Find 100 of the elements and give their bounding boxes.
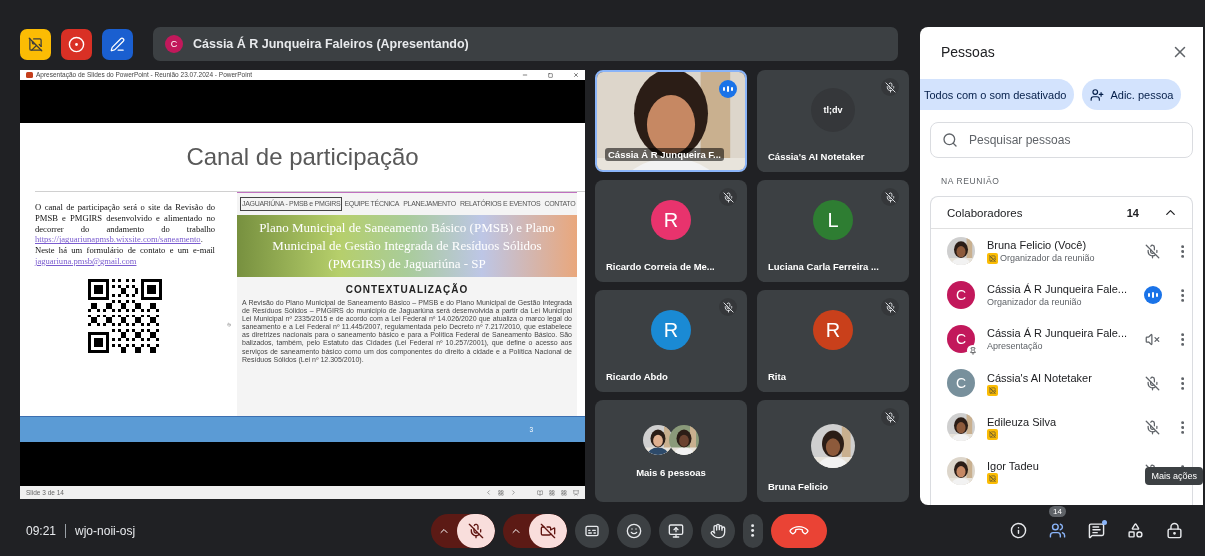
participant-name: Ricardo Correia de Me... — [605, 260, 716, 273]
email-link[interactable]: jaguariuna.pmsb@gmail.com — [35, 256, 137, 266]
sound-off-icon[interactable] — [1145, 331, 1161, 347]
grid-icon[interactable] — [498, 489, 504, 496]
host-controls-button[interactable] — [20, 28, 51, 60]
microphone-button[interactable] — [457, 513, 496, 548]
chat-icon — [1088, 522, 1105, 539]
participant-name: Cássia's AI Notetaker — [767, 150, 866, 163]
search-field[interactable]: Pesquisar pessoas — [930, 122, 1193, 158]
participant-name: Ricardo Abdo — [605, 370, 669, 383]
member-role: Organizador da reunião — [1000, 252, 1095, 264]
search-icon — [942, 132, 958, 148]
record-button[interactable] — [61, 28, 92, 60]
participant-name: Luciana Carla Ferreira ... — [767, 260, 880, 273]
link[interactable]: https://jaguariunapmsb.wixsite.com/saneamento — [35, 234, 201, 245]
slide-title: Canal de participação — [185, 142, 420, 172]
presenter-label: Cássia Á R Junqueira Faleiros (Apresentando) — [193, 37, 469, 51]
group-header[interactable]: Colaboradores 14 — [931, 197, 1192, 229]
participant-name: Cássia Á R Junqueira F... — [605, 148, 724, 161]
mic-off-icon[interactable] — [1145, 419, 1161, 435]
participant-name: Bruna Felicio — [767, 480, 830, 493]
member-role: Organizador da reunião — [987, 296, 1082, 308]
lock-icon — [1166, 522, 1183, 539]
slide-paragraph: O canal de participação será o site da Revisão do PMSB e PMGIRS desenvolvido e alimentado no decorrer do andamento do trabalho https://jaguariunapmsb.wixsite.com/saneamento. Neste há um formulário de contato e um e-mail jaguariuna.pmsb@gmail.com — [35, 202, 215, 267]
emoji-button[interactable] — [617, 513, 652, 548]
participant-tile[interactable]: tl;dv Cássia's AI Notetaker — [757, 70, 909, 172]
pin-icon — [967, 345, 978, 356]
shapes-icon — [1127, 522, 1144, 539]
more-options-button[interactable] — [1180, 332, 1184, 346]
member-name: Edileuza Silva — [987, 414, 1058, 429]
clock: 09:21 — [26, 523, 57, 538]
participant-tile[interactable]: Bruna Felicio — [757, 400, 909, 502]
avatar: C — [947, 281, 975, 309]
avatar: C — [947, 325, 975, 353]
more-vertical-icon — [1180, 332, 1184, 346]
more-vertical-icon — [1180, 376, 1184, 390]
member-role: Apresentação — [987, 340, 1043, 352]
participant-name: Rita — [767, 370, 787, 383]
add-people-button[interactable]: Adic. pessoa — [1082, 79, 1182, 110]
section-heading: CONTEXTUALIZAÇÃO — [344, 284, 470, 295]
mic-off-icon[interactable] — [1145, 243, 1161, 259]
raise-hand-button[interactable] — [701, 513, 736, 548]
panel-title: Pessoas — [941, 44, 995, 60]
meeting-code: wjo-noii-osj — [75, 523, 137, 538]
avatar: R — [651, 200, 691, 240]
member-name: Bruna Felicio (Você) — [987, 238, 1088, 252]
mic-off-icon[interactable] — [1145, 375, 1161, 391]
member-name: Igor Tadeu — [987, 458, 1040, 473]
avatar: R — [813, 310, 853, 350]
participant-tile[interactable]: R Ricardo Correia de Me... — [595, 180, 747, 282]
normal-view-icon[interactable] — [561, 489, 567, 496]
close-icon[interactable] — [573, 72, 579, 78]
participant-tile[interactable]: Mais 6 pessoas — [595, 400, 747, 502]
camera-button[interactable] — [529, 513, 568, 548]
avatar: C — [947, 369, 975, 397]
info-icon — [1010, 522, 1027, 539]
sorter-icon[interactable] — [549, 489, 555, 496]
mute-all-button[interactable]: Todos com o som desativado — [920, 79, 1075, 110]
pen-icon — [110, 36, 125, 52]
avatar: R — [651, 310, 691, 350]
app-icon — [26, 72, 33, 78]
people-count: 14 — [1049, 506, 1066, 517]
more-vertical-icon — [1180, 420, 1184, 434]
more-options-button[interactable] — [1180, 420, 1184, 434]
participant-tile[interactable]: Cássia Á R Junqueira F... — [595, 70, 747, 172]
more-options-button[interactable] — [743, 513, 764, 548]
more-options-button[interactable] — [1180, 376, 1184, 390]
cursor-icon — [227, 320, 231, 329]
pen-button[interactable] — [102, 28, 133, 60]
present-button[interactable] — [659, 513, 694, 548]
add-person-icon — [1090, 87, 1105, 102]
captions-button[interactable] — [575, 513, 610, 548]
more-vertical-icon — [1180, 244, 1184, 258]
people-icon — [1049, 522, 1066, 539]
banner: Plano Municipal de Saneamento Básico (PMSB) e Plano Municipal de Gestão Integrada de Resíduos Sólidos (PMGIRS) de Jaguariúna - SP — [237, 215, 577, 277]
maximize-icon[interactable] — [548, 72, 553, 78]
screen-share-icon — [668, 522, 685, 539]
section-label: NA REUNIÃO — [941, 176, 1001, 186]
more-vertical-icon — [1180, 288, 1184, 302]
camera-off-icon — [540, 522, 557, 539]
hand-icon — [710, 522, 727, 539]
more-options-button[interactable] — [1180, 288, 1184, 302]
avatar: C — [165, 35, 183, 53]
tooltip: Mais ações — [1145, 467, 1203, 485]
record-icon — [68, 35, 85, 53]
member-name: Cássia Á R Junqueira Fale... — [987, 326, 1128, 340]
participant-tile[interactable]: L Luciana Carla Ferreira ... — [757, 180, 909, 282]
smile-icon — [626, 522, 643, 539]
crossed-image-icon — [28, 36, 43, 52]
avatar: L — [813, 200, 853, 240]
member-name: Cássia's AI Notetaker — [987, 370, 1093, 385]
more-vertical-icon — [751, 524, 755, 537]
participant-name: Mais 6 pessoas — [635, 466, 707, 479]
end-call-button[interactable] — [771, 513, 828, 548]
member-name: Cássia Á R Junqueira Fale... — [987, 282, 1128, 296]
participant-tile[interactable]: R Ricardo Abdo — [595, 290, 747, 392]
logo: tl;dv — [811, 88, 855, 132]
mic-off-icon — [468, 522, 485, 539]
more-options-button[interactable] — [1180, 244, 1184, 258]
participant-tile[interactable]: R Rita — [757, 290, 909, 392]
